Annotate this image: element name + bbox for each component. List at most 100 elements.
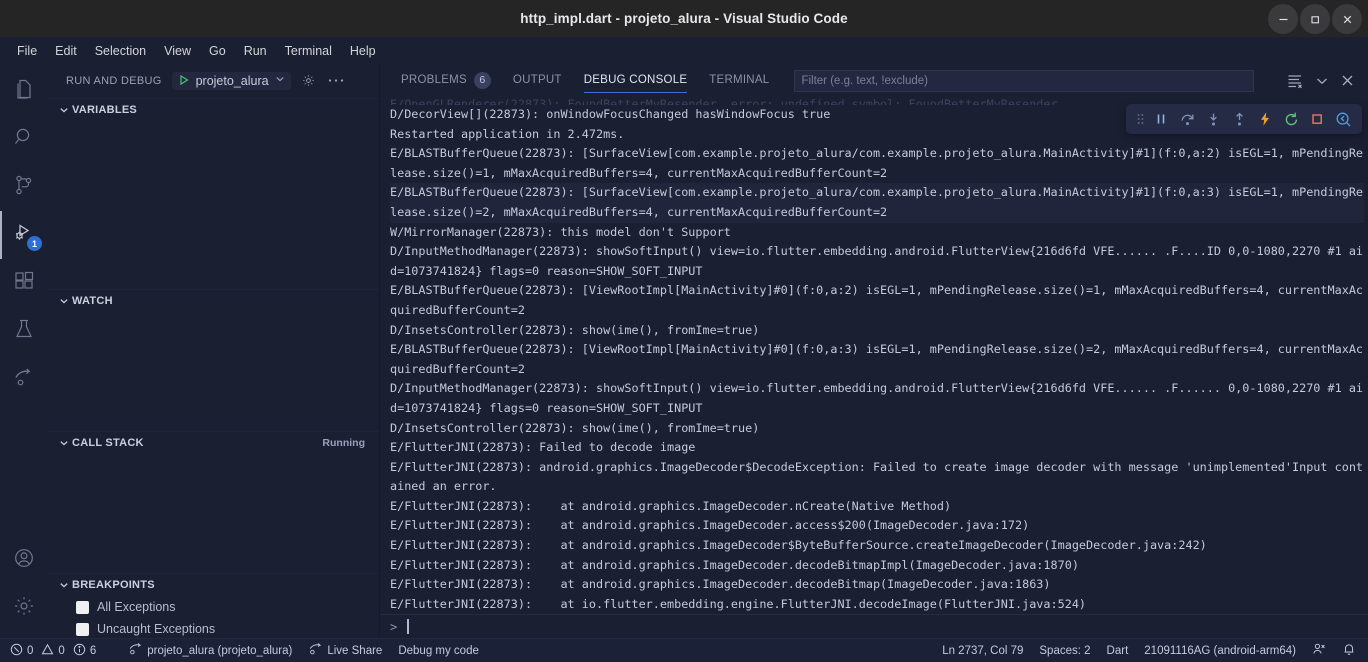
launch-config-name: projeto_alura — [195, 73, 269, 88]
debug-console-output[interactable]: E/OpenGLRenderer(22873): FoundBetterMyRe… — [380, 98, 1368, 614]
activity-accounts[interactable] — [0, 536, 48, 584]
console-line: E/BLASTBufferQueue(22873): [SurfaceView[… — [390, 146, 1364, 180]
drag-handle-icon[interactable] — [1132, 112, 1148, 126]
menu-run[interactable]: Run — [235, 41, 276, 61]
step-over-icon[interactable] — [1174, 106, 1200, 132]
remote-icon — [128, 642, 142, 659]
files-icon — [12, 77, 36, 106]
debug-console-input-row[interactable]: > — [380, 614, 1368, 638]
activity-live-share[interactable] — [0, 355, 48, 403]
console-filter-input[interactable] — [794, 69, 1255, 92]
window-controls — [1268, 0, 1362, 38]
panel-tab-bar: PROBLEMS 6 OUTPUT DEBUG CONSOLE TERMINAL — [380, 63, 1368, 98]
status-feedback[interactable] — [1304, 639, 1334, 662]
close-panel-icon[interactable] — [1341, 74, 1354, 87]
pane-header-variables[interactable]: VARIABLES — [48, 99, 379, 121]
console-line: E/FlutterJNI(22873): at android.graphics… — [390, 498, 952, 513]
console-line: E/BLASTBufferQueue(22873): [ViewRootImpl… — [390, 342, 1364, 376]
activity-settings[interactable] — [0, 584, 48, 632]
status-language-mode[interactable]: Dart — [1099, 639, 1137, 662]
error-icon — [10, 643, 23, 659]
pane-header-watch[interactable]: WATCH — [48, 290, 379, 312]
status-notifications[interactable] — [1334, 639, 1368, 662]
pane-call-stack: CALL STACK Running — [48, 431, 379, 573]
status-remote[interactable]: projeto_alura (projeto_alura) — [120, 639, 300, 662]
breakpoint-row-uncaught-exceptions[interactable]: Uncaught Exceptions — [48, 618, 379, 640]
console-line: E/FlutterJNI(22873): at android.graphics… — [390, 538, 1207, 553]
tab-debug-console[interactable]: DEBUG CONSOLE — [573, 63, 699, 98]
console-line: E/FlutterJNI(22873): at io.flutter.embed… — [390, 596, 1087, 611]
console-line: D/InsetsController(22873): show(ime(), f… — [390, 322, 760, 337]
chevron-down-icon — [56, 580, 72, 590]
stop-icon[interactable] — [1304, 106, 1330, 132]
menu-help[interactable]: Help — [341, 41, 385, 61]
more-actions-button[interactable] — [328, 78, 344, 83]
activity-run-and-debug[interactable]: 1 — [0, 211, 48, 259]
activity-explorer[interactable] — [0, 67, 48, 115]
maximize-button[interactable] — [1300, 4, 1330, 34]
activity-search[interactable] — [0, 115, 48, 163]
call-stack-status: Running — [322, 437, 365, 449]
device-label: 21091116AG (android-arm64) — [1144, 644, 1296, 657]
debug-console-wrap: E/OpenGLRenderer(22873): FoundBetterMyRe… — [380, 98, 1368, 638]
pause-icon[interactable] — [1148, 106, 1174, 132]
tab-terminal[interactable]: TERMINAL — [698, 63, 780, 98]
filter-wrap — [794, 69, 1287, 92]
breakpoint-row-all-exceptions[interactable]: All Exceptions — [48, 596, 379, 618]
minimize-button[interactable] — [1268, 4, 1298, 34]
breakpoint-label: Uncaught Exceptions — [97, 622, 216, 636]
tab-label: TERMINAL — [709, 74, 770, 86]
restart-icon[interactable] — [1278, 106, 1304, 132]
activity-testing[interactable] — [0, 307, 48, 355]
menu-terminal[interactable]: Terminal — [276, 41, 341, 61]
indentation-label: Spaces: 2 — [1039, 644, 1091, 657]
debug-mode-label: Debug my code — [398, 644, 479, 657]
hot-reload-icon[interactable] — [1252, 106, 1278, 132]
pane-title-variables: VARIABLES — [72, 104, 137, 116]
console-line: E/BLASTBufferQueue(22873): [ViewRootImpl… — [390, 283, 1364, 317]
tab-label: OUTPUT — [512, 74, 562, 86]
status-live-share[interactable]: Live Share — [300, 639, 390, 662]
info-count: 6 — [89, 644, 97, 657]
console-line: D/InsetsController(22873): show(ime(), f… — [390, 420, 760, 435]
activity-source-control[interactable] — [0, 163, 48, 211]
launch-config-selector[interactable]: projeto_alura — [171, 71, 291, 90]
step-into-icon[interactable] — [1200, 106, 1226, 132]
status-problems[interactable]: 0 0 6 — [0, 639, 108, 662]
activity-extensions[interactable] — [0, 259, 48, 307]
gear-icon — [12, 594, 36, 623]
chevron-down-icon[interactable] — [1315, 74, 1329, 88]
step-out-icon[interactable] — [1226, 106, 1252, 132]
console-line: E/BLASTBufferQueue(22873): [SurfaceView[… — [390, 183, 1364, 223]
close-button[interactable] — [1332, 4, 1362, 34]
status-cursor-position[interactable]: Ln 2737, Col 79 — [934, 639, 1031, 662]
status-device[interactable]: 21091116AG (android-arm64) — [1136, 639, 1304, 662]
play-icon[interactable] — [178, 74, 190, 88]
run-and-debug-badge: 1 — [27, 236, 42, 251]
clear-console-icon[interactable] — [1287, 73, 1303, 89]
pane-body-breakpoints: All Exceptions Uncaught Exceptions — [48, 596, 379, 640]
extensions-icon — [12, 269, 36, 298]
tab-problems[interactable]: PROBLEMS 6 — [390, 63, 502, 98]
checkbox[interactable] — [76, 600, 89, 614]
menu-selection[interactable]: Selection — [86, 41, 155, 61]
inspect-widget-icon[interactable] — [1330, 106, 1356, 132]
menu-view[interactable]: View — [155, 41, 200, 61]
console-line: E/FlutterJNI(22873): at android.graphics… — [390, 518, 1030, 533]
error-count: 0 — [27, 644, 34, 657]
chevron-down-icon — [275, 74, 285, 87]
open-launch-json-button[interactable] — [301, 73, 316, 88]
menu-file[interactable]: File — [8, 41, 46, 61]
pane-header-call-stack[interactable]: CALL STACK Running — [48, 432, 379, 454]
pane-title-breakpoints: BREAKPOINTS — [72, 579, 155, 591]
pane-breakpoints: BREAKPOINTS All Exceptions Uncaught Exce… — [48, 573, 379, 640]
pane-title-watch: WATCH — [72, 295, 113, 307]
menu-go[interactable]: Go — [200, 41, 235, 61]
menu-edit[interactable]: Edit — [46, 41, 86, 61]
tab-output[interactable]: OUTPUT — [502, 63, 573, 98]
pane-header-breakpoints[interactable]: BREAKPOINTS — [48, 574, 379, 596]
checkbox[interactable] — [76, 622, 89, 636]
status-indentation[interactable]: Spaces: 2 — [1031, 639, 1098, 662]
status-debug-mode[interactable]: Debug my code — [390, 639, 487, 662]
warning-icon — [41, 643, 54, 659]
